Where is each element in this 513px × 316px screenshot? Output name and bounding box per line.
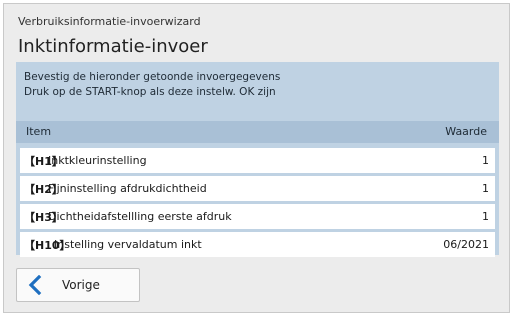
confirmation-panel: Bevestig de hieronder getoonde invoergeg…: [16, 62, 499, 257]
row-label: Instelling vervaldatum inkt: [54, 238, 202, 251]
row-label: Fijninstelling afdrukdichtheid: [48, 182, 207, 195]
page-title: Inktinformatie-invoer: [18, 36, 208, 57]
column-header-value: Waarde: [445, 125, 487, 138]
row-value: 06/2021: [443, 238, 489, 251]
table-row: 【H1】 Inktkleurinstelling 1: [20, 148, 495, 173]
row-label: Inktkleurinstelling: [48, 154, 147, 167]
chevron-left-icon: [27, 274, 43, 299]
table-row: 【H2】 Fijninstelling afdrukdichtheid 1: [20, 176, 495, 201]
wizard-screen: Verbruiksinformatie-invoerwizard Inktinf…: [3, 3, 510, 313]
row-label: Dichtheidafstellling eerste afdruk: [48, 210, 232, 223]
row-value: 1: [482, 182, 489, 195]
column-header-item: Item: [26, 125, 52, 138]
table-header: Item Waarde: [16, 121, 499, 143]
row-value: 1: [482, 154, 489, 167]
instructions: Bevestig de hieronder getoonde invoergeg…: [24, 70, 280, 100]
table-row: 【H10】 Instelling vervaldatum inkt 06/202…: [20, 232, 495, 257]
table-row: 【H3】 Dichtheidafstellling eerste afdruk …: [20, 204, 495, 229]
instruction-line-1: Bevestig de hieronder getoonde invoergeg…: [24, 71, 281, 83]
row-value: 1: [482, 210, 489, 223]
wizard-name: Verbruiksinformatie-invoerwizard: [18, 15, 201, 28]
instruction-line-2: Druk op de START-knop als deze instelw. …: [24, 86, 276, 98]
back-button[interactable]: Vorige: [16, 268, 140, 302]
back-button-label: Vorige: [62, 278, 100, 292]
